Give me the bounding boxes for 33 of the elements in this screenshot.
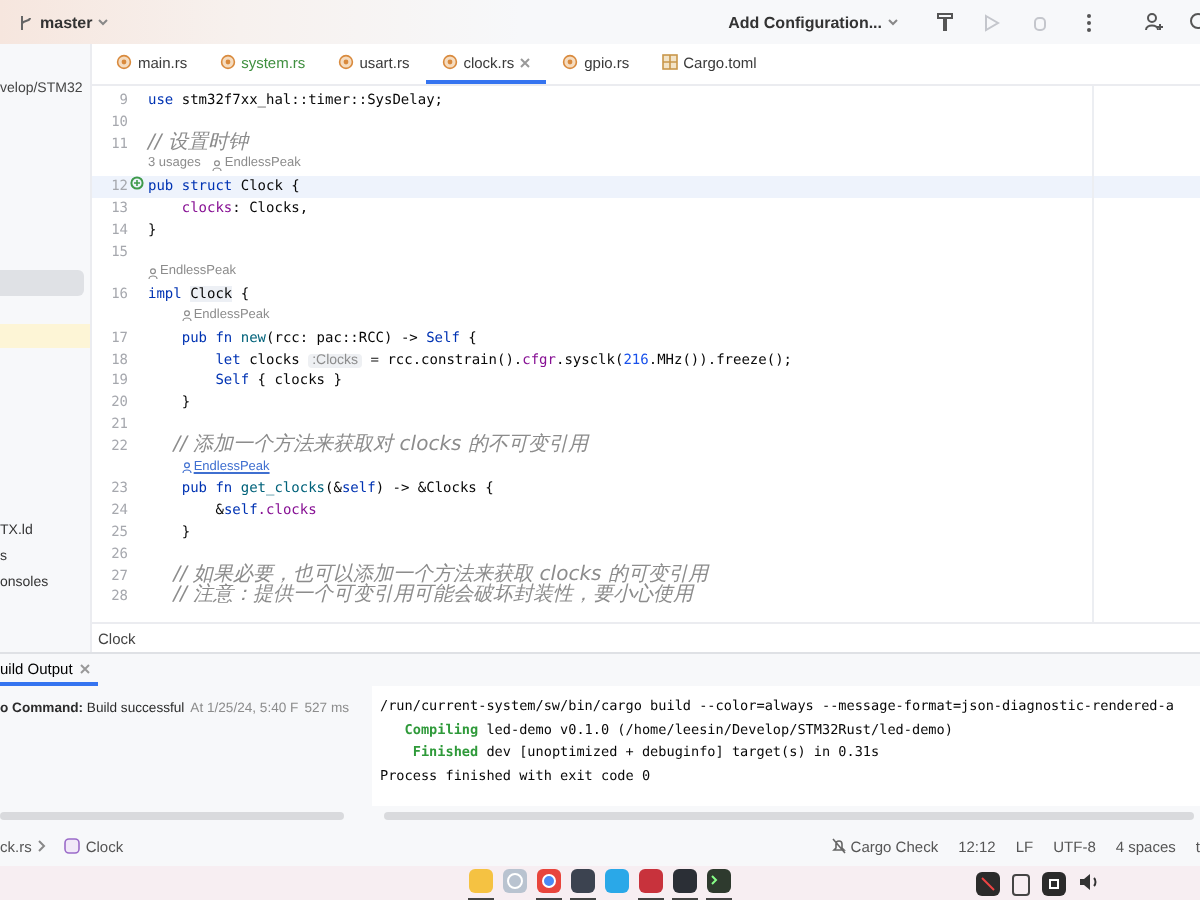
speaker-icon[interactable] <box>1078 872 1100 892</box>
hammer-icon[interactable] <box>935 12 953 32</box>
app-icon[interactable] <box>570 868 596 894</box>
selection-highlight <box>0 270 84 296</box>
struct-icon <box>63 838 80 854</box>
chevron-icon <box>37 840 46 852</box>
code-comment: // 设置时钟 <box>148 133 248 155</box>
implemented-icon[interactable] <box>130 176 144 191</box>
person-icon <box>181 461 192 474</box>
app-icon[interactable] <box>976 872 1000 896</box>
current-file-highlight <box>0 324 90 348</box>
close-icon[interactable] <box>80 663 91 673</box>
more-icon[interactable] <box>1085 13 1091 31</box>
add-user-icon[interactable] <box>1144 12 1164 32</box>
person-icon <box>148 267 158 280</box>
code-comment: // 注意：提供一个可变引用可能会破坏封装性，要小心使用 <box>170 586 694 609</box>
chevron-icon <box>888 18 898 26</box>
terminal-icon[interactable] <box>706 868 732 894</box>
code-comment: // 添加一个方法来获取对 clocks 的不可变引用 <box>170 435 588 458</box>
close-icon[interactable] <box>520 57 531 67</box>
chevron-icon <box>98 18 109 26</box>
muted-bell-icon <box>832 838 847 854</box>
grid-icon <box>661 54 678 70</box>
person-icon <box>181 310 192 323</box>
branch-selector[interactable]: master <box>12 9 115 35</box>
run-configuration-selector[interactable]: Add Configuration... <box>722 9 904 35</box>
person-icon <box>212 159 223 172</box>
search-icon[interactable] <box>1188 12 1200 32</box>
app-icon[interactable] <box>672 868 698 894</box>
clipboard-icon[interactable] <box>1012 872 1030 896</box>
browser-icon[interactable] <box>536 868 562 894</box>
code-comment: // 如果必要，也可以添加一个方法来获取 clocks 的可变引用 <box>170 565 708 586</box>
branch-icon <box>18 13 34 31</box>
